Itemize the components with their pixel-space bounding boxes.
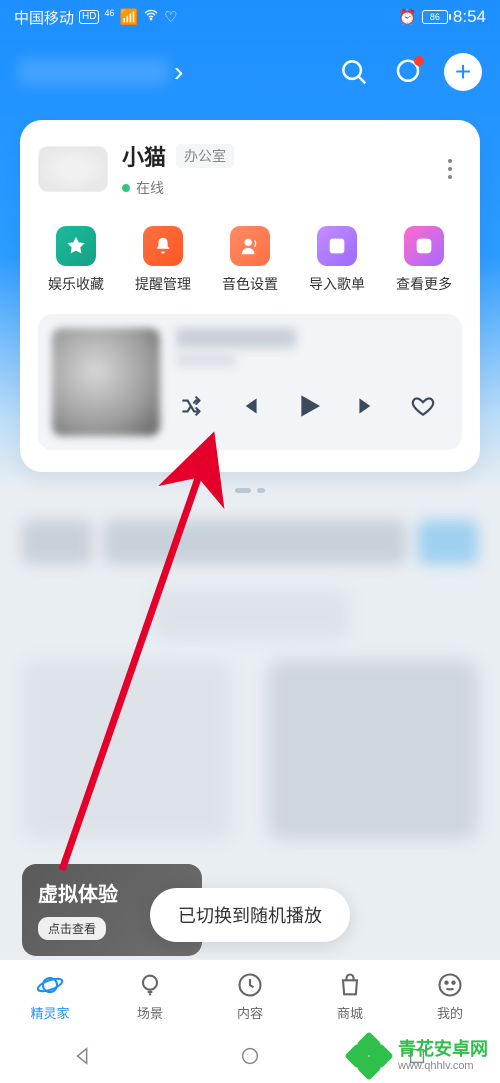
tab-home[interactable]: 精灵家	[0, 960, 100, 1033]
virtual-cta[interactable]: 点击查看	[38, 917, 106, 940]
more-button[interactable]	[438, 159, 462, 179]
song-artist-blurred	[176, 354, 236, 366]
chevron-right-icon[interactable]: ›	[174, 56, 183, 88]
qa-label: 音色设置	[222, 274, 278, 294]
quick-actions-row: 娱乐收藏 提醒管理 音色设置 导入歌单 查看更多	[38, 226, 462, 294]
signal-icon: 📶	[119, 8, 138, 26]
qa-entertainment[interactable]: 娱乐收藏	[40, 226, 112, 294]
song-title-blurred	[176, 328, 296, 348]
qa-label: 提醒管理	[135, 274, 191, 294]
online-dot-icon	[122, 184, 130, 192]
shuffle-button[interactable]	[180, 393, 206, 424]
next-icon	[354, 393, 380, 419]
qa-label: 导入歌单	[309, 274, 365, 294]
qa-import[interactable]: 导入歌单	[301, 226, 373, 294]
heart-icon: ♡	[164, 8, 177, 26]
blurred-content	[22, 660, 232, 840]
like-button[interactable]	[410, 393, 436, 424]
tab-scene[interactable]: 场景	[100, 960, 200, 1033]
watermark-name: 青花安卓网	[398, 1040, 488, 1060]
nav-back[interactable]	[72, 1045, 94, 1072]
qa-voice[interactable]: 音色设置	[214, 226, 286, 294]
notification-dot	[414, 56, 424, 66]
triangle-back-icon	[72, 1045, 94, 1067]
device-card: 小猫 办公室 在线 娱乐收藏 提醒管理 音色设置 导入歌单	[20, 120, 480, 472]
blurred-content	[268, 660, 478, 840]
bag-icon	[336, 971, 364, 999]
toast-message: 已切换到随机播放	[150, 888, 350, 942]
chat-button[interactable]	[390, 54, 426, 90]
heart-icon	[410, 393, 436, 419]
alarm-icon: ⏰	[398, 8, 417, 26]
blurred-content	[22, 520, 478, 564]
device-room[interactable]: 办公室	[176, 144, 234, 168]
carrier-label: 中国移动	[14, 7, 74, 28]
battery-icon: 86	[422, 10, 448, 24]
app-header: › +	[0, 42, 500, 102]
bell-icon	[143, 226, 183, 266]
bulb-icon	[136, 971, 164, 999]
watermark-logo-icon	[348, 1035, 390, 1077]
qa-more[interactable]: 查看更多	[388, 226, 460, 294]
person-voice-icon	[230, 226, 270, 266]
header-title-blurred	[18, 58, 168, 86]
watermark-url: www.qhhlv.com	[398, 1060, 488, 1072]
status-bar: 中国移动 HD 46 📶 ♡ ⏰ 86 8:54	[0, 0, 500, 34]
tab-label: 内容	[237, 1003, 263, 1022]
nav-home[interactable]	[239, 1045, 261, 1072]
player-card	[38, 314, 462, 450]
tab-content[interactable]: 内容	[200, 960, 300, 1033]
tab-label: 商城	[337, 1003, 363, 1022]
tab-label: 精灵家	[30, 1003, 69, 1022]
planet-icon	[36, 971, 64, 999]
blurred-content	[150, 590, 350, 640]
tab-shop[interactable]: 商城	[300, 960, 400, 1033]
circle-home-icon	[239, 1045, 261, 1067]
tab-label: 我的	[437, 1003, 463, 1022]
previous-icon	[236, 393, 262, 419]
star-icon	[56, 226, 96, 266]
page-indicator	[235, 488, 265, 493]
next-button[interactable]	[354, 393, 380, 424]
shuffle-icon	[180, 393, 206, 419]
device-name: 小猫	[122, 140, 166, 172]
qa-label: 查看更多	[396, 274, 452, 294]
search-icon	[339, 57, 369, 87]
search-button[interactable]	[336, 54, 372, 90]
play-button[interactable]	[292, 390, 324, 427]
list-icon	[404, 226, 444, 266]
add-button[interactable]: +	[444, 53, 482, 91]
import-icon	[317, 226, 357, 266]
tab-label: 场景	[137, 1003, 163, 1022]
wifi-icon	[143, 7, 159, 27]
device-image	[38, 146, 108, 192]
clock: 8:54	[453, 7, 486, 27]
device-status: 在线	[136, 178, 164, 198]
play-icon	[292, 390, 324, 422]
plus-icon: +	[455, 58, 471, 86]
tab-bar: 精灵家 场景 内容 商城 我的	[0, 959, 500, 1033]
previous-button[interactable]	[236, 393, 262, 424]
qa-reminder[interactable]: 提醒管理	[127, 226, 199, 294]
face-icon	[436, 971, 464, 999]
battery-percent: 86	[430, 12, 440, 22]
network-label: 46	[104, 8, 114, 18]
album-art[interactable]	[52, 328, 160, 436]
disc-icon	[236, 971, 264, 999]
tab-mine[interactable]: 我的	[400, 960, 500, 1033]
qa-label: 娱乐收藏	[48, 274, 104, 294]
hd-badge: HD	[79, 10, 99, 24]
watermark: 青花安卓网 www.qhhlv.com	[348, 1035, 488, 1077]
